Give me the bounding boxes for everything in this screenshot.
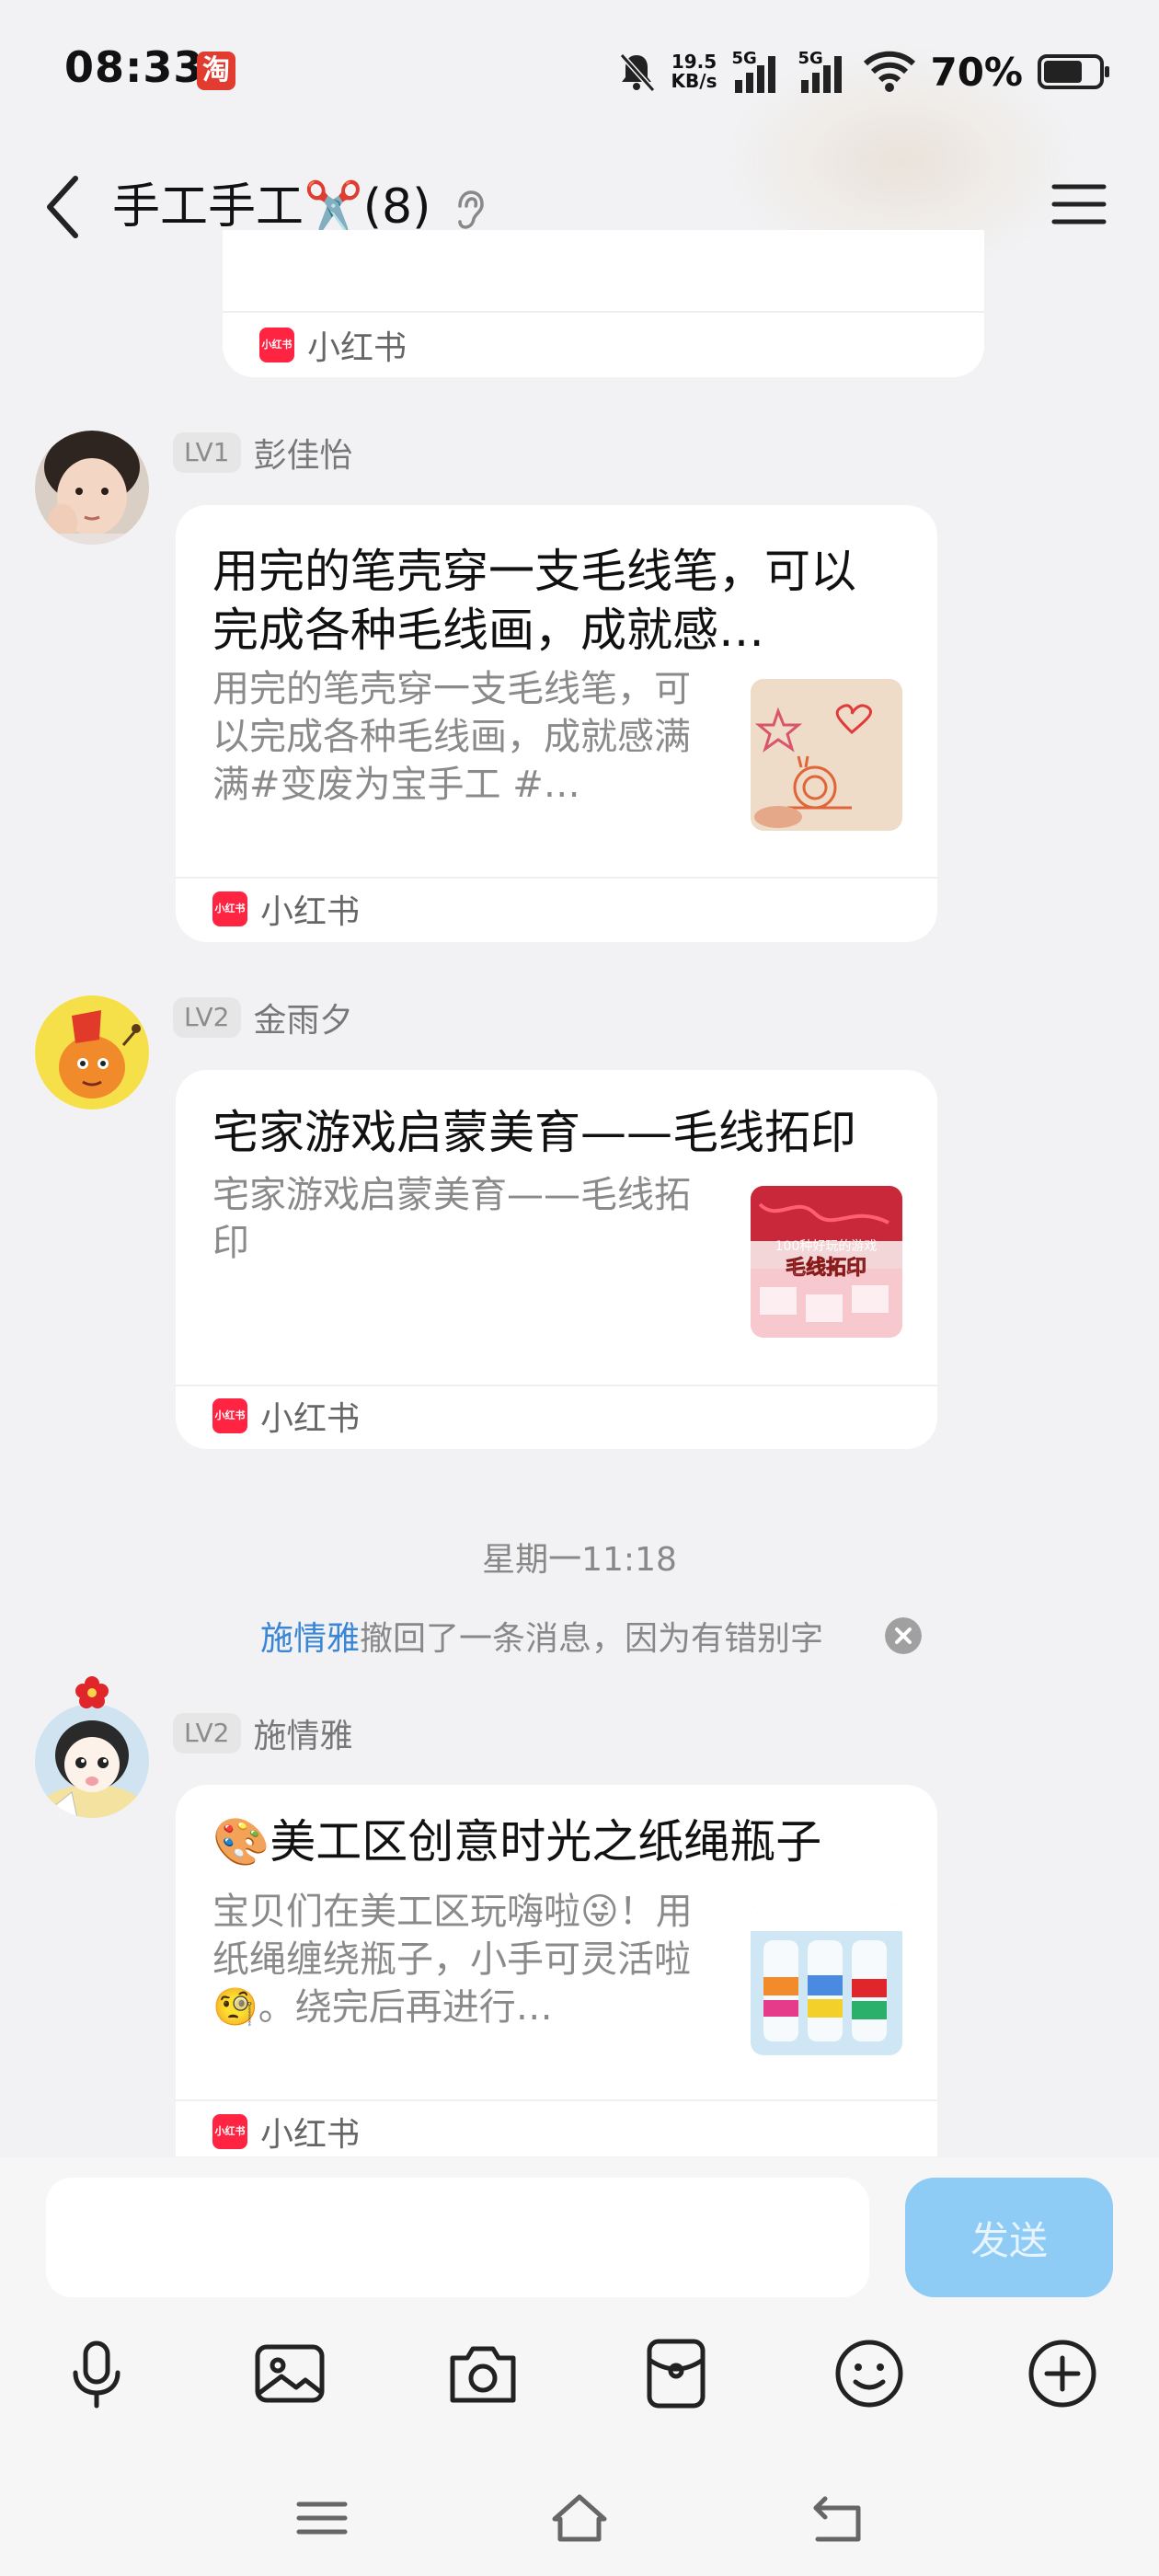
signal-2: 5G [798,49,849,95]
card-source: 小红书 小红书 [212,1397,360,1438]
plus-icon[interactable] [1021,2332,1104,2415]
card-title: 宅家游戏启蒙美育——毛线拓印 [212,1106,856,1159]
emoji-icon[interactable] [828,2332,911,2415]
card-source: 小红书 小红书 [212,891,360,931]
card-title-line-1: 用完的笔壳穿一支毛线笔，可以 [212,545,856,598]
card-title: 🎨美工区创意时光之纸绳瓶子 [212,1815,822,1869]
card-divider [176,2099,937,2101]
recall-user-name[interactable]: 施情雅 [260,1612,360,1660]
card-thumbnail: 100种好玩的游戏 毛线拓印 [751,1186,902,1338]
shared-note-card-partial[interactable]: 小红书 小红书 [223,230,984,377]
xiaohongshu-logo-icon: 小红书 [212,891,247,926]
cartoon-girl-avatar [35,1704,149,1818]
network-speed-unit: KB/s [671,70,717,92]
xiaohongshu-logo-icon: 小红书 [212,2114,247,2149]
ear-icon[interactable] [451,188,488,232]
red-packet-icon[interactable] [635,2332,717,2415]
signal-bars-icon [801,56,843,93]
status-time: 08:33 [64,42,204,92]
sender-meta: LV2 金雨夕 [173,994,353,1041]
card-thumbnail [751,1903,902,2055]
yarn-drawing-thumbnail [751,679,902,831]
card-source: 小红书 小红书 [259,327,407,367]
flower-icon [75,1676,109,1708]
sender-name[interactable]: 施情雅 [254,1709,353,1757]
card-description: 宅家游戏启蒙美育——毛线拓印 [212,1174,691,1264]
cartoon-fruit-avatar [35,995,149,1110]
sender-name[interactable]: 彭佳怡 [254,429,353,477]
card-source: 小红书 小红书 [212,2113,360,2154]
recall-text: 撤回了一条消息，因为有错别字 [360,1620,824,1658]
shared-note-card[interactable]: 🎨美工区创意时光之纸绳瓶子 宝贝们在美工区玩嗨啦😜！用纸绳缠绕瓶子，小手可灵活啦… [176,1785,937,2156]
network-speed: 19.5 KB/s [671,52,717,91]
source-label: 小红书 [260,2116,361,2154]
card-thumbnail [751,679,902,831]
battery-percent: 70% [930,49,1023,95]
mute-bell-icon [619,52,655,93]
signal-bars-icon [735,56,776,93]
card-divider [176,1385,937,1386]
image-icon[interactable] [248,2332,331,2415]
taobao-notification-icon: 淘 [197,52,235,90]
level-badge: LV2 [173,997,241,1038]
xiaohongshu-logo-icon: 小红书 [212,1398,247,1433]
network-speed-value: 19.5 [671,51,717,73]
sender-meta: LV1 彭佳怡 [173,432,353,475]
source-label: 小红书 [260,893,361,931]
camera-icon[interactable] [442,2332,524,2415]
card-title-line-2: 完成各种毛线画，成就感… [212,604,764,657]
card-divider [176,877,937,879]
status-bar: 08:33 淘 19.5 KB/s 5G 5G 70% [0,0,1159,138]
wifi-icon [864,51,916,92]
system-nav-bar [0,2466,1159,2576]
xiaohongshu-logo-icon: 小红书 [259,328,294,362]
signal-1: 5G [731,49,783,95]
sender-name[interactable]: 金雨夕 [254,994,353,1041]
shared-note-card[interactable]: 宅家游戏启蒙美育——毛线拓印 宅家游戏启蒙美育——毛线拓印 100种好玩的游戏 … [176,1070,937,1449]
message-input[interactable] [46,2178,869,2297]
level-badge: LV1 [173,432,241,473]
microphone-icon[interactable] [55,2332,138,2415]
battery-icon [1038,54,1109,89]
level-badge: LV2 [173,1713,241,1754]
avatar-peng-jiayi[interactable] [35,431,149,545]
card-divider [223,311,984,313]
child-portrait-avatar [35,431,149,545]
thumbnail-caption-top: 100种好玩的游戏 [775,1239,878,1254]
menu-icon[interactable] [1045,170,1113,238]
recent-apps-icon[interactable] [290,2486,354,2550]
source-label: 小红书 [307,329,407,367]
back-icon[interactable] [805,2486,869,2550]
card-description: 宝贝们在美工区玩嗨啦😜！用纸绳缠绕瓶子，小手可灵活啦🧐。绕完后再进行… [212,1891,693,2029]
paper-rope-bottles-thumbnail [751,1903,902,2055]
yarn-print-thumbnail: 100种好玩的游戏 毛线拓印 [751,1186,902,1338]
chat-screen: 08:33 淘 19.5 KB/s 5G 5G 70% 手工手工✂️(8) 小红… [0,0,1159,2576]
sender-meta: LV2 施情雅 [173,1713,353,1755]
home-icon[interactable] [547,2486,612,2550]
avatar-jin-yuxi[interactable] [35,995,149,1110]
shared-note-card[interactable]: 用完的笔壳穿一支毛线笔，可以 完成各种毛线画，成就感… 用完的笔壳穿一支毛线笔，… [176,505,937,942]
avatar-shi-qingya[interactable] [35,1676,149,1818]
thumbnail-caption-main: 毛线拓印 [786,1256,866,1280]
back-arrow-icon[interactable] [37,166,92,248]
source-label: 小红书 [260,1400,361,1438]
send-button[interactable]: 发送 [905,2178,1113,2297]
status-indicators: 19.5 KB/s 5G 5G 70% [616,44,1109,99]
message-timestamp: 星期一11:18 [482,1541,677,1579]
recall-notice: 施情雅 撤回了一条消息，因为有错别字 [260,1608,823,1663]
close-icon[interactable] [885,1617,922,1654]
card-description: 用完的笔壳穿一支毛线笔，可以完成各种毛线画，成就感满满#变废为宝手工 #… [212,668,691,806]
battery-fill [1044,61,1082,83]
